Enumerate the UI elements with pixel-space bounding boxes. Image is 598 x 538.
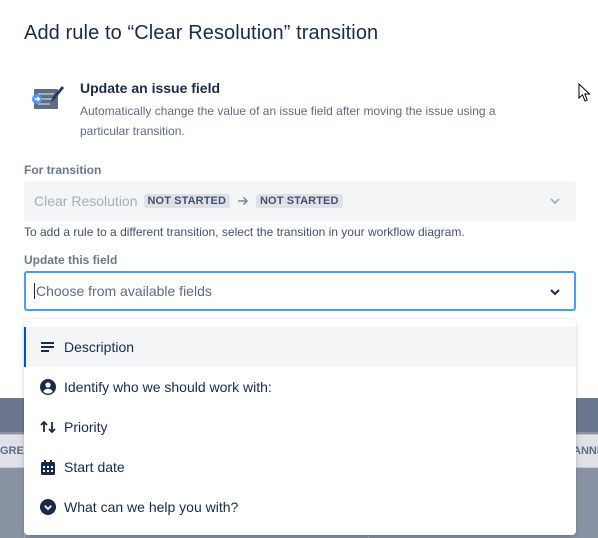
from-status-lozenge: NOT STARTED	[143, 194, 231, 208]
menu-item-label: Identify who we should work with:	[64, 379, 272, 395]
menu-item-what-can-we-help[interactable]: What can we help you with?	[24, 487, 576, 527]
menu-item-label: Priority	[64, 419, 108, 435]
menu-item-label: What can we help you with?	[64, 499, 239, 515]
menu-item-priority[interactable]: Priority	[24, 407, 576, 447]
chevron-down-icon[interactable]	[548, 285, 562, 299]
to-status-lozenge: NOT STARTED	[256, 194, 343, 208]
rule-name: Update an issue field	[80, 80, 221, 96]
transition-name: Clear Resolution	[34, 193, 138, 209]
modal-title: Add rule to “Clear Resolution” transitio…	[24, 22, 379, 44]
field-options-menu: Description Identify who we should work …	[24, 319, 576, 535]
text-caret	[34, 283, 35, 299]
mouse-pointer-icon	[578, 83, 591, 102]
chevron-circle-icon	[40, 499, 56, 515]
menu-item-description[interactable]: Description	[24, 327, 576, 367]
chevron-down-icon	[550, 198, 560, 205]
menu-item-start-date[interactable]: Start date	[24, 447, 576, 487]
background-status-button-left: GRESS	[0, 434, 26, 468]
menu-item-label: Description	[64, 339, 135, 355]
menu-item-label: Start date	[64, 459, 125, 475]
rule-description: Automatically change the value of an iss…	[80, 104, 496, 138]
field-select-placeholder: Choose from available fields	[36, 283, 212, 299]
description-icon	[40, 339, 56, 355]
transition-select: Clear Resolution NOT STARTED NOT STARTED	[24, 181, 576, 221]
field-select-input[interactable]: Choose from available fields	[24, 271, 576, 311]
screen: GRESS ANNE Add rule to “Clear Resolution…	[0, 0, 598, 538]
user-circle-icon	[40, 379, 56, 395]
arrow-right-icon	[238, 196, 249, 206]
transition-helper-text: To add a rule to a different transition,…	[24, 225, 465, 239]
for-transition-label: For transition	[24, 163, 102, 177]
menu-item-identify-who[interactable]: Identify who we should work with:	[24, 367, 576, 407]
update-field-icon	[32, 86, 64, 109]
update-field-label: Update this field	[24, 253, 118, 267]
priority-icon	[40, 419, 56, 435]
calendar-icon	[40, 459, 56, 475]
